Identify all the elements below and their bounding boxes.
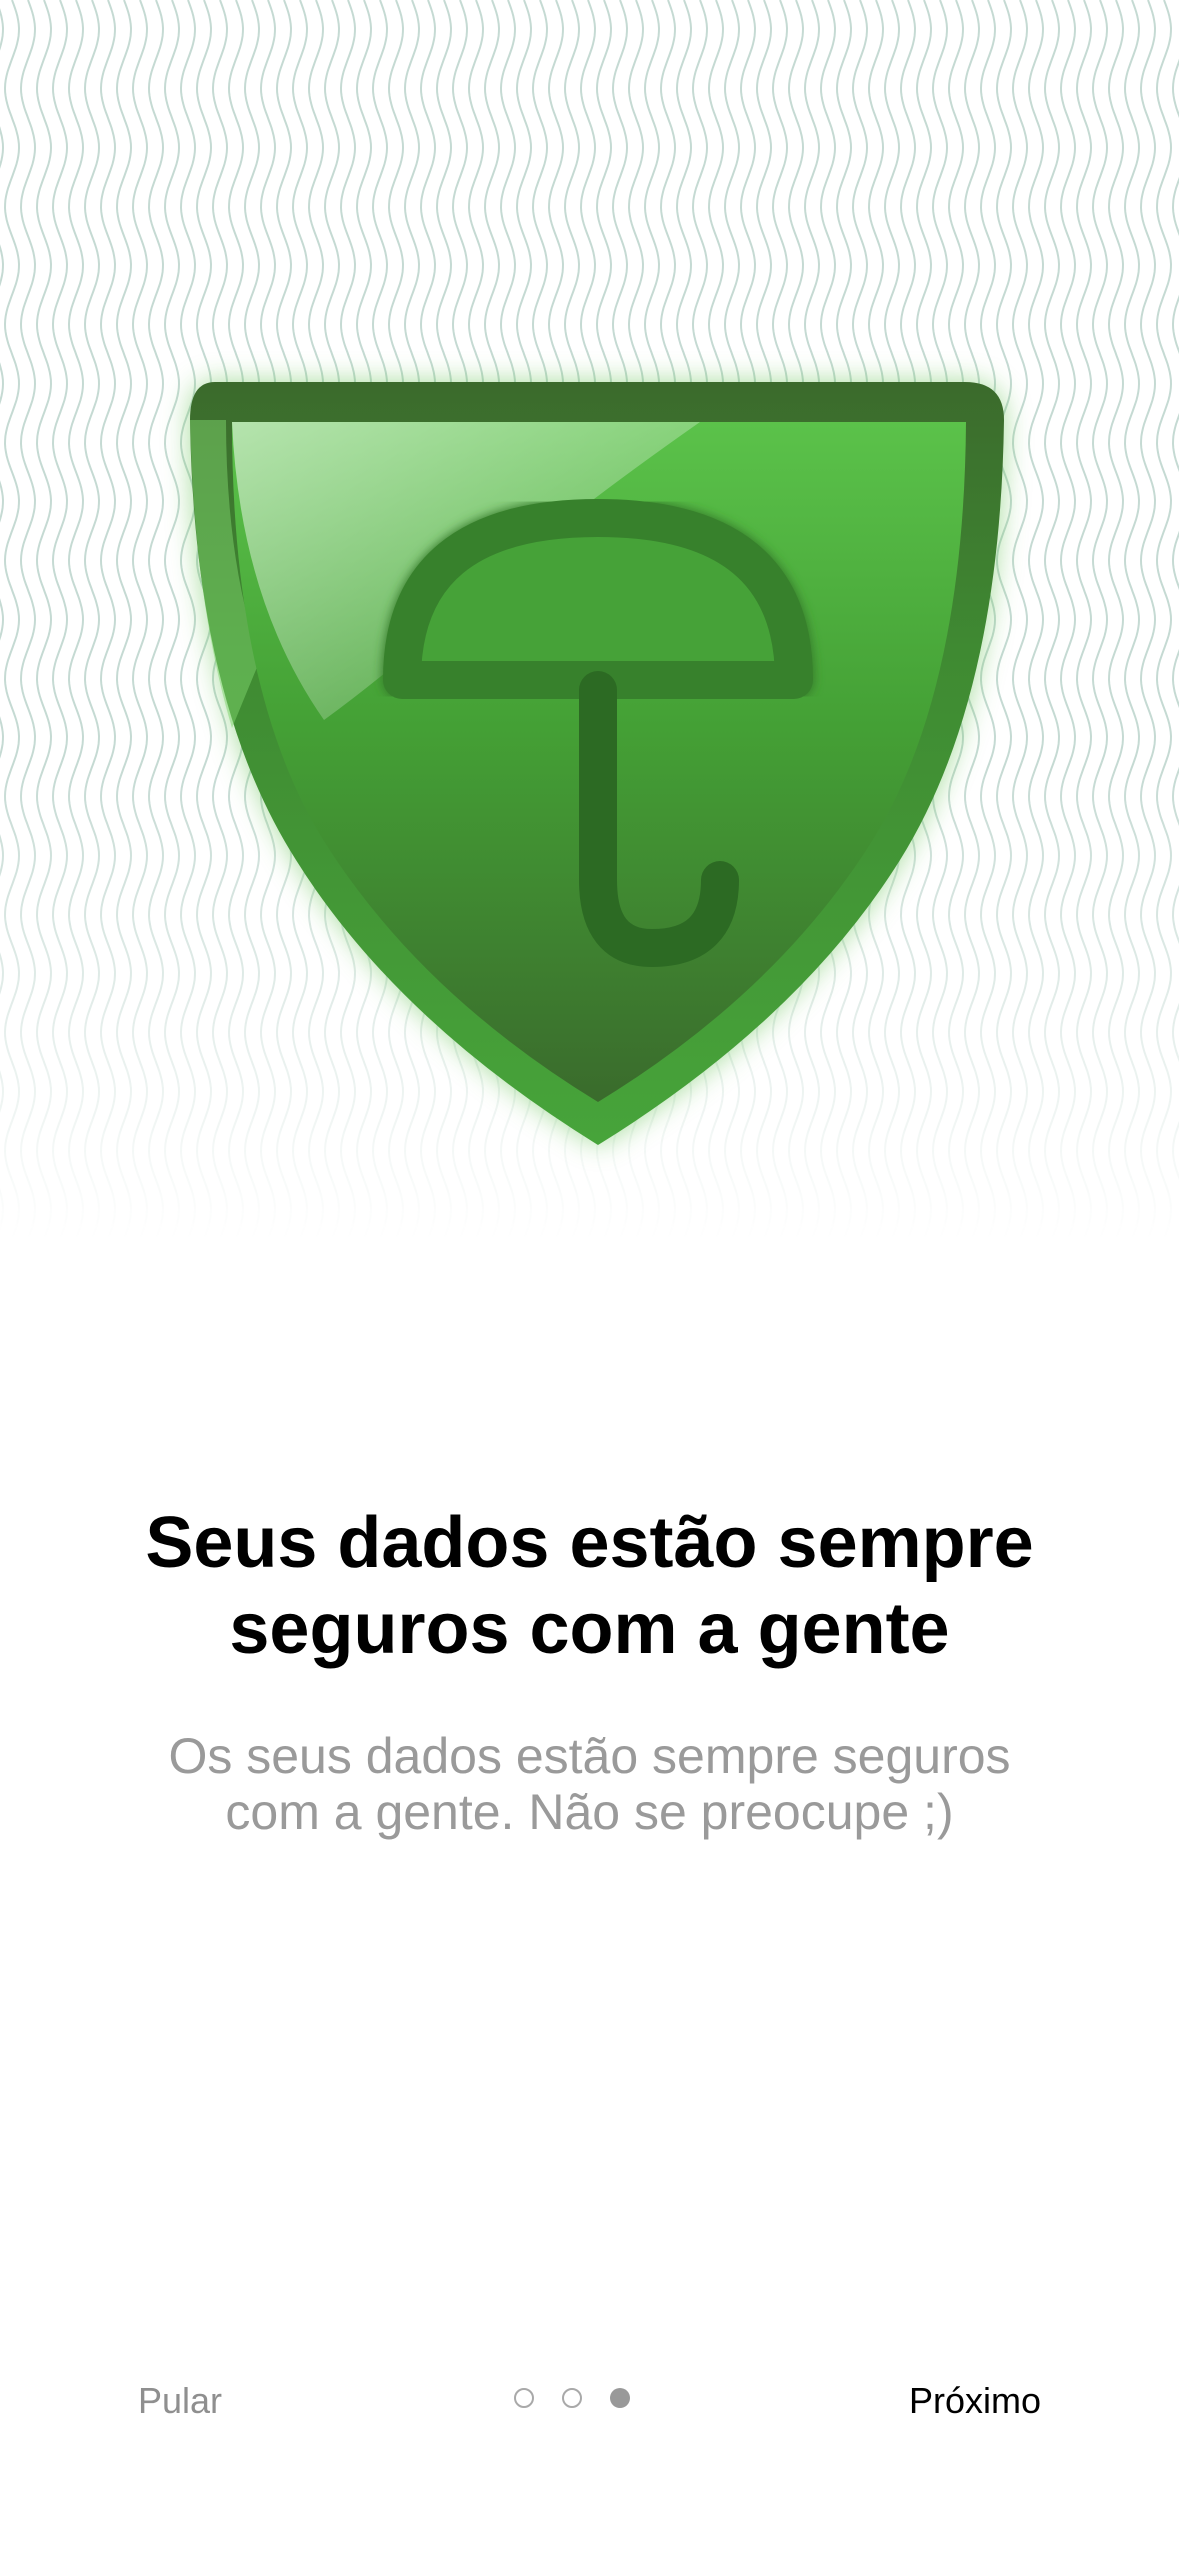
hero-illustration (0, 0, 1179, 1240)
page-dot-3-active[interactable] (610, 2388, 630, 2408)
onboarding-subtitle: Os seus dados estão sempre seguros com a… (168, 1728, 1011, 1840)
shield-umbrella-icon (190, 382, 1004, 1145)
onboarding-screen: Seus dados estão sempre seguros com a ge… (0, 0, 1179, 2556)
page-dot-2[interactable] (562, 2388, 582, 2408)
page-dot-1[interactable] (514, 2388, 534, 2408)
onboarding-text: Seus dados estão sempre seguros com a ge… (0, 1500, 1179, 1840)
onboarding-title: Seus dados estão sempre seguros com a ge… (145, 1503, 1034, 1669)
skip-button[interactable]: Pular (138, 2376, 222, 2426)
next-button[interactable]: Próximo (909, 2376, 1041, 2426)
onboarding-footer: Pular Próximo (0, 2370, 1179, 2440)
pagination-dots (514, 2388, 630, 2408)
